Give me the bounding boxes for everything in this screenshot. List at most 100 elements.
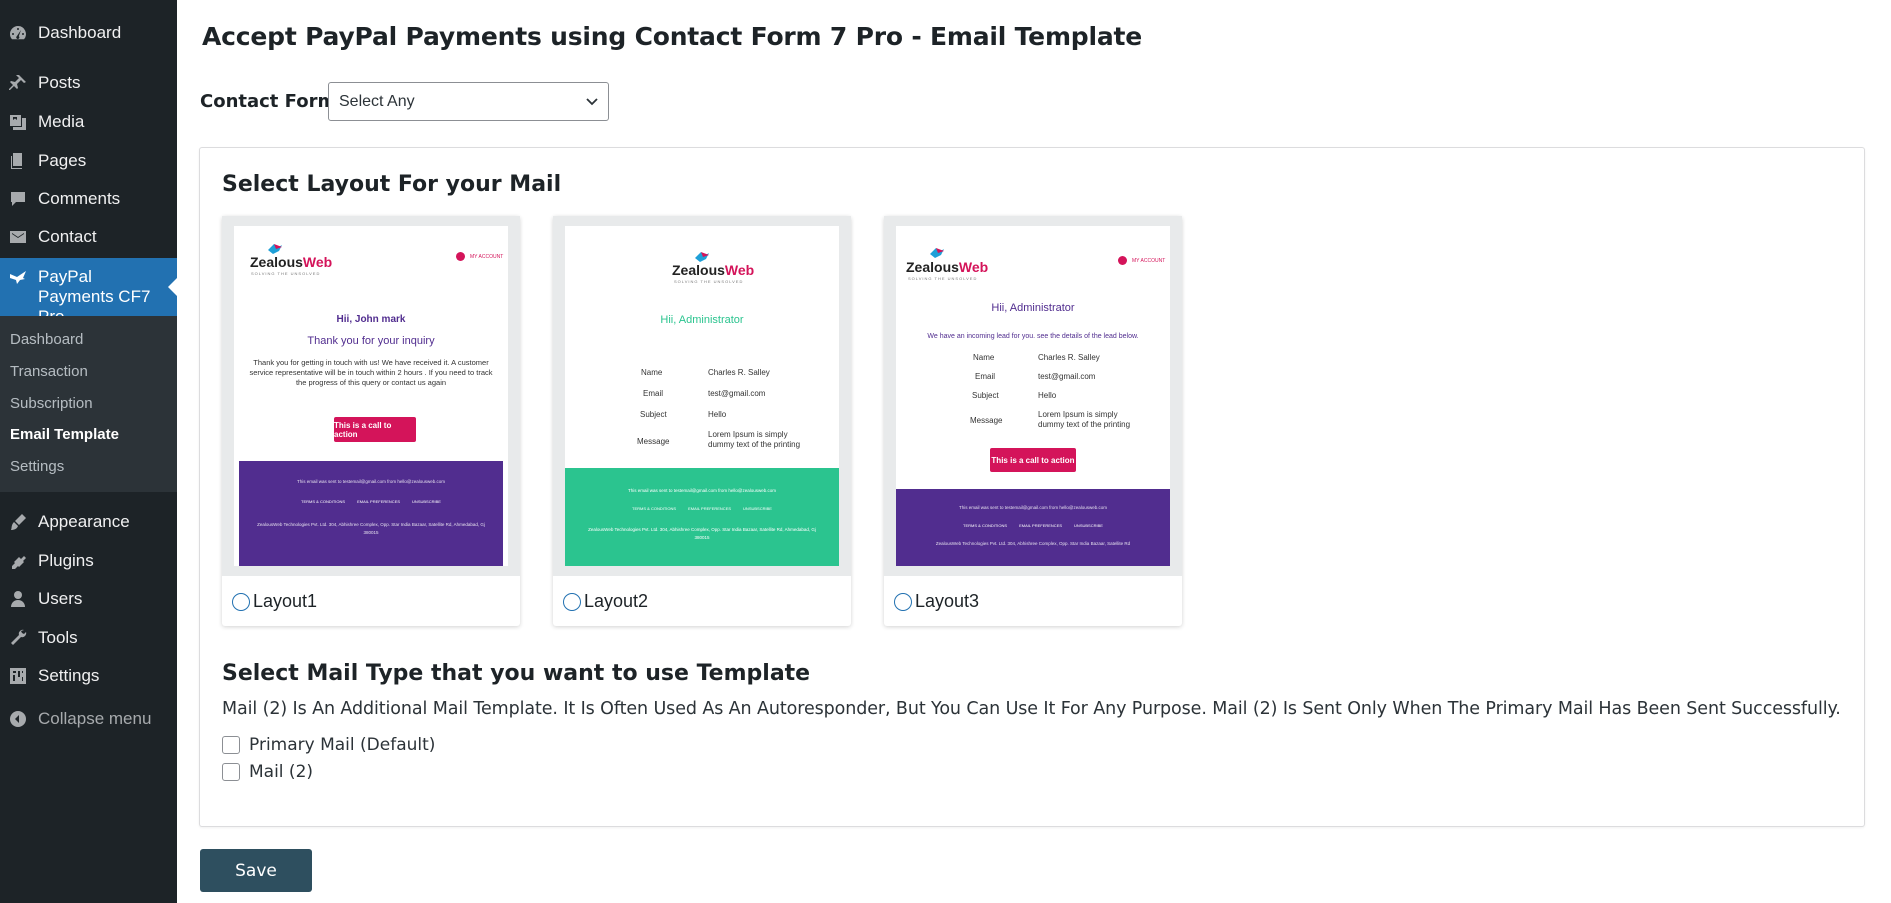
- menu-item-comments[interactable]: Comments: [0, 180, 177, 218]
- zealousweb-logo: ZealousWeb: [906, 259, 989, 275]
- primary-mail-checkbox[interactable]: [222, 736, 240, 754]
- menu-label: Users: [38, 589, 83, 608]
- layout1-radio-row[interactable]: Layout1: [232, 591, 317, 612]
- menu-label: Media: [38, 112, 85, 131]
- primary-mail-option[interactable]: Primary Mail (Default): [222, 735, 435, 755]
- menu-item-dashboard[interactable]: Dashboard: [0, 14, 177, 52]
- contact-form-select-value: Select Any: [339, 92, 415, 110]
- submenu-subscription[interactable]: Subscription: [10, 395, 93, 412]
- layout2-radio[interactable]: [563, 592, 581, 611]
- zealousweb-logo-icon: [930, 248, 944, 258]
- field-key: Name: [641, 368, 663, 377]
- submenu-email-template[interactable]: Email Template: [10, 426, 119, 443]
- contact-form-label: Contact Form:: [200, 91, 344, 112]
- field-value: Lorem Ipsum is simply dummy text of the …: [708, 430, 801, 449]
- menu-item-media[interactable]: Media: [0, 103, 177, 141]
- preview-headline: Thank you for your inquiry: [307, 335, 435, 347]
- layout1-preview: ZealousWeb SOLVING THE UNSOLVED MY ACCOU…: [222, 216, 520, 576]
- menu-item-contact[interactable]: Contact: [0, 218, 177, 256]
- field-value: Hello: [708, 410, 727, 419]
- menu-label: Appearance: [38, 512, 130, 531]
- wrench-icon: [7, 627, 29, 649]
- dashboard-icon: [7, 22, 29, 44]
- menu-item-posts[interactable]: Posts: [0, 64, 177, 102]
- preview-cta: This is a call to action: [990, 448, 1076, 472]
- collapse-menu-button[interactable]: Collapse menu: [0, 700, 177, 738]
- menu-label: Contact: [38, 227, 97, 246]
- submenu-transaction[interactable]: Transaction: [10, 363, 88, 380]
- menu-item-settings[interactable]: Settings: [0, 657, 177, 695]
- mail-icon: [7, 226, 29, 248]
- preview-greeting: Hii, Administrator: [991, 302, 1075, 314]
- field-value: Lorem Ipsum is simply dummy text of the …: [1038, 410, 1131, 429]
- menu-label: Tools: [38, 628, 78, 647]
- media-icon: [7, 111, 29, 133]
- zealousweb-logo: ZealousWeb: [672, 262, 755, 278]
- preview-footer: This email was sent to testemail@gmail.c…: [239, 461, 503, 566]
- menu-item-appearance[interactable]: Appearance: [0, 503, 177, 541]
- layout-card-3[interactable]: ZealousWeb SOLVING THE UNSOLVED MY ACCOU…: [884, 216, 1182, 626]
- layout2-preview: ZealousWeb SOLVING THE UNSOLVED Hii, Adm…: [553, 216, 851, 576]
- my-account-link: MY ACCOUNT: [456, 252, 503, 261]
- menu-item-plugins[interactable]: Plugins: [0, 542, 177, 580]
- collapse-icon: [7, 708, 29, 730]
- menu-item-paypal-payments[interactable]: PayPal Payments CF7 Pro: [0, 258, 177, 326]
- submenu-dashboard[interactable]: Dashboard: [10, 331, 83, 348]
- field-value: test@gmail.com: [708, 389, 766, 398]
- layout3-label: Layout3: [915, 591, 980, 611]
- layout-card-2[interactable]: ZealousWeb SOLVING THE UNSOLVED Hii, Adm…: [553, 216, 851, 626]
- layout3-radio[interactable]: [894, 592, 912, 611]
- preview-intro: We have an incoming lead for you. see th…: [927, 333, 1139, 340]
- submenu-settings[interactable]: Settings: [10, 458, 64, 475]
- pin-icon: [7, 72, 29, 94]
- field-value: Charles R. Salley: [708, 368, 770, 377]
- save-button[interactable]: Save: [200, 849, 312, 892]
- menu-label: Dashboard: [38, 23, 122, 42]
- layout1-radio[interactable]: [232, 592, 250, 611]
- menu-label: Comments: [38, 189, 121, 208]
- layout3-radio-row[interactable]: Layout3: [894, 591, 979, 612]
- plugin-icon: [7, 550, 29, 572]
- field-key: Email: [643, 389, 664, 398]
- menu-item-pages[interactable]: Pages: [0, 142, 177, 180]
- preview-greeting: Hii, Administrator: [660, 314, 744, 326]
- menu-label: Pages: [38, 151, 87, 170]
- menu-item-tools[interactable]: Tools: [0, 619, 177, 657]
- layout2-label: Layout2: [584, 591, 649, 611]
- layout1-label: Layout1: [253, 591, 318, 611]
- preview-footer: This email was sent to testemail@gmail.c…: [565, 468, 839, 566]
- layout-card-1[interactable]: ZealousWeb SOLVING THE UNSOLVED MY ACCOU…: [222, 216, 520, 626]
- field-key: Message: [970, 416, 1003, 425]
- field-key: Name: [973, 353, 995, 362]
- mail2-label: Mail (2): [249, 762, 314, 782]
- admin-sidebar: Dashboard Posts Media Pages Comments Con…: [0, 0, 177, 903]
- layout-section-heading: Select Layout For your Mail: [222, 172, 562, 197]
- menu-label: Collapse menu: [38, 709, 152, 728]
- mail2-checkbox[interactable]: [222, 763, 240, 781]
- settings-icon: [7, 665, 29, 687]
- preview-cta: This is a call to action: [334, 417, 416, 442]
- preview-greeting: Hii, John mark: [336, 314, 406, 325]
- preview-body: Thank you for getting in touch with us! …: [249, 358, 493, 387]
- my-account-link: MY ACCOUNT: [1118, 256, 1165, 265]
- layout2-radio-row[interactable]: Layout2: [563, 591, 648, 612]
- chevron-down-icon: [586, 98, 598, 106]
- logo-tagline: SOLVING THE UNSOLVED: [251, 271, 321, 276]
- comments-icon: [7, 188, 29, 210]
- mail-type-heading: Select Mail Type that you want to use Te…: [222, 661, 811, 686]
- field-key: Subject: [972, 391, 999, 400]
- field-value: Charles R. Salley: [1038, 353, 1100, 362]
- zealousweb-logo: ZealousWeb: [250, 254, 333, 270]
- contact-form-select[interactable]: Select Any: [328, 82, 609, 121]
- menu-item-users[interactable]: Users: [0, 580, 177, 618]
- logo-tagline: SOLVING THE UNSOLVED: [674, 279, 744, 284]
- menu-label: Posts: [38, 73, 81, 92]
- menu-label: Settings: [38, 666, 100, 685]
- plugin-submenu: Dashboard Transaction Subscription Email…: [0, 316, 177, 492]
- field-key: Email: [975, 372, 996, 381]
- mail-type-description: Mail (2) Is An Additional Mail Template.…: [222, 699, 1841, 719]
- menu-label: Plugins: [38, 551, 94, 570]
- layout3-preview: ZealousWeb SOLVING THE UNSOLVED MY ACCOU…: [884, 216, 1182, 576]
- mail2-option[interactable]: Mail (2): [222, 762, 313, 782]
- field-key: Message: [637, 437, 670, 446]
